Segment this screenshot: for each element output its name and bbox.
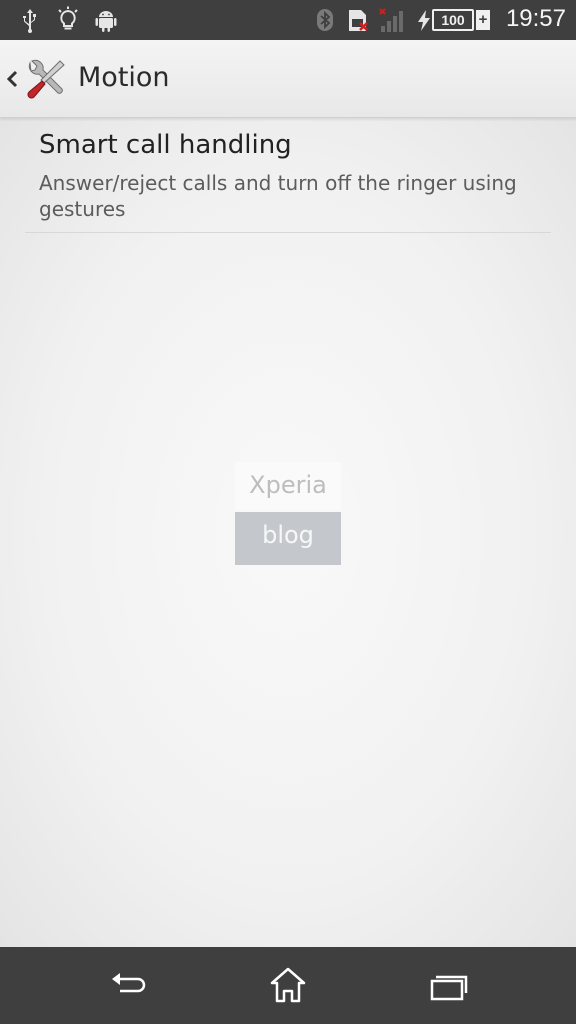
battery-icon: 100 +	[432, 9, 490, 31]
home-icon[interactable]	[266, 965, 310, 1005]
preference-title: Smart call handling	[39, 130, 292, 160]
tools-icon[interactable]	[22, 57, 68, 103]
signal-icon	[379, 8, 403, 32]
bluetooth-icon	[317, 9, 333, 31]
back-icon[interactable]	[106, 965, 150, 1005]
battery-plus: +	[476, 10, 490, 30]
preference-summary: Answer/reject calls and turn off the rin…	[39, 171, 517, 221]
battery-level: 100	[432, 9, 474, 31]
sim-icon	[349, 10, 368, 31]
usb-icon	[23, 9, 36, 33]
watermark-blog: blog	[235, 512, 341, 565]
clock: 19:57	[505, 5, 566, 32]
action-bar: Motion	[0, 40, 576, 118]
preference-item-smart-call-handling[interactable]: Smart call handling Answer/reject calls …	[25, 118, 551, 233]
watermark-xperia: Xperia	[235, 462, 341, 510]
navigation-bar	[0, 947, 576, 1024]
bulb-icon	[58, 6, 78, 30]
android-icon	[95, 11, 117, 32]
recent-apps-icon[interactable]	[426, 965, 470, 1005]
status-bar: 100 + 19:57	[0, 0, 576, 40]
page-title: Motion	[78, 62, 170, 93]
up-chevron-icon[interactable]	[4, 66, 20, 92]
